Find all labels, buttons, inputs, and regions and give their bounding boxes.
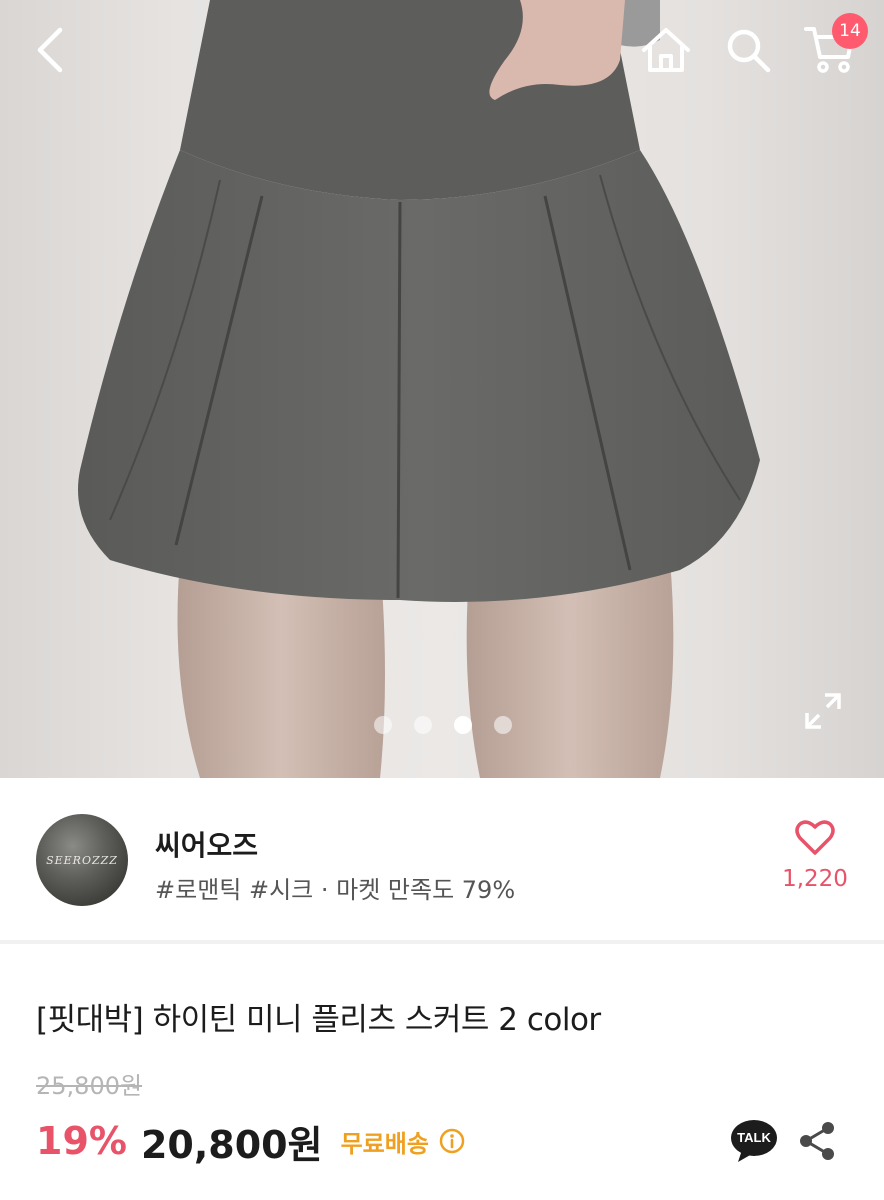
heart-icon [795,820,835,855]
gallery-pagination[interactable] [374,716,512,734]
shop-logo-text: SEEROZZZ [46,853,118,867]
share-button[interactable] [794,1118,840,1164]
shop-tags-satisfaction: #로맨틱 #시크 · 마켓 만족도 79% [155,876,516,904]
shop-name[interactable]: 씨어오즈 [155,824,258,864]
search-icon [727,29,771,73]
shop-info[interactable]: SEEROZZZ 씨어오즈 #로맨틱 #시크 · 마켓 만족도 79% 1,22… [0,778,884,940]
expand-image-button[interactable] [800,688,846,734]
search-button[interactable] [718,20,778,80]
pagination-dot-active[interactable] [454,716,472,734]
cart-count-badge: 14 [832,13,868,49]
section-divider [0,940,884,944]
back-icon [37,27,63,73]
home-button[interactable] [636,20,696,80]
original-price: 25,800원 [36,1072,143,1100]
price-row: 19% 20,800원 무료배송 [36,1116,465,1167]
kakao-talk-button[interactable]: TALK [730,1118,778,1164]
kakao-talk-label: TALK [737,1130,771,1145]
like-count: 1,220 [782,866,848,892]
product-title: [핏대박] 하이틴 미니 플리츠 스커트 2 color [36,1002,601,1038]
sale-price: 20,800원 [140,1122,323,1167]
product-image-gallery[interactable]: 14 [0,0,884,778]
home-icon [642,28,690,72]
shop-avatar[interactable]: SEEROZZZ [36,814,128,906]
pagination-dot[interactable] [494,716,512,734]
share-icon [800,1122,834,1160]
info-icon [439,1128,465,1154]
like-button[interactable]: 1,220 [770,820,860,892]
shipping-info-button[interactable] [439,1128,465,1154]
back-button[interactable] [22,20,82,80]
expand-icon [805,693,841,729]
product-photo [78,0,760,778]
pagination-dot[interactable] [414,716,432,734]
free-shipping-label: 무료배송 [340,1129,429,1158]
discount-rate: 19% [36,1119,127,1163]
pagination-dot[interactable] [374,716,392,734]
